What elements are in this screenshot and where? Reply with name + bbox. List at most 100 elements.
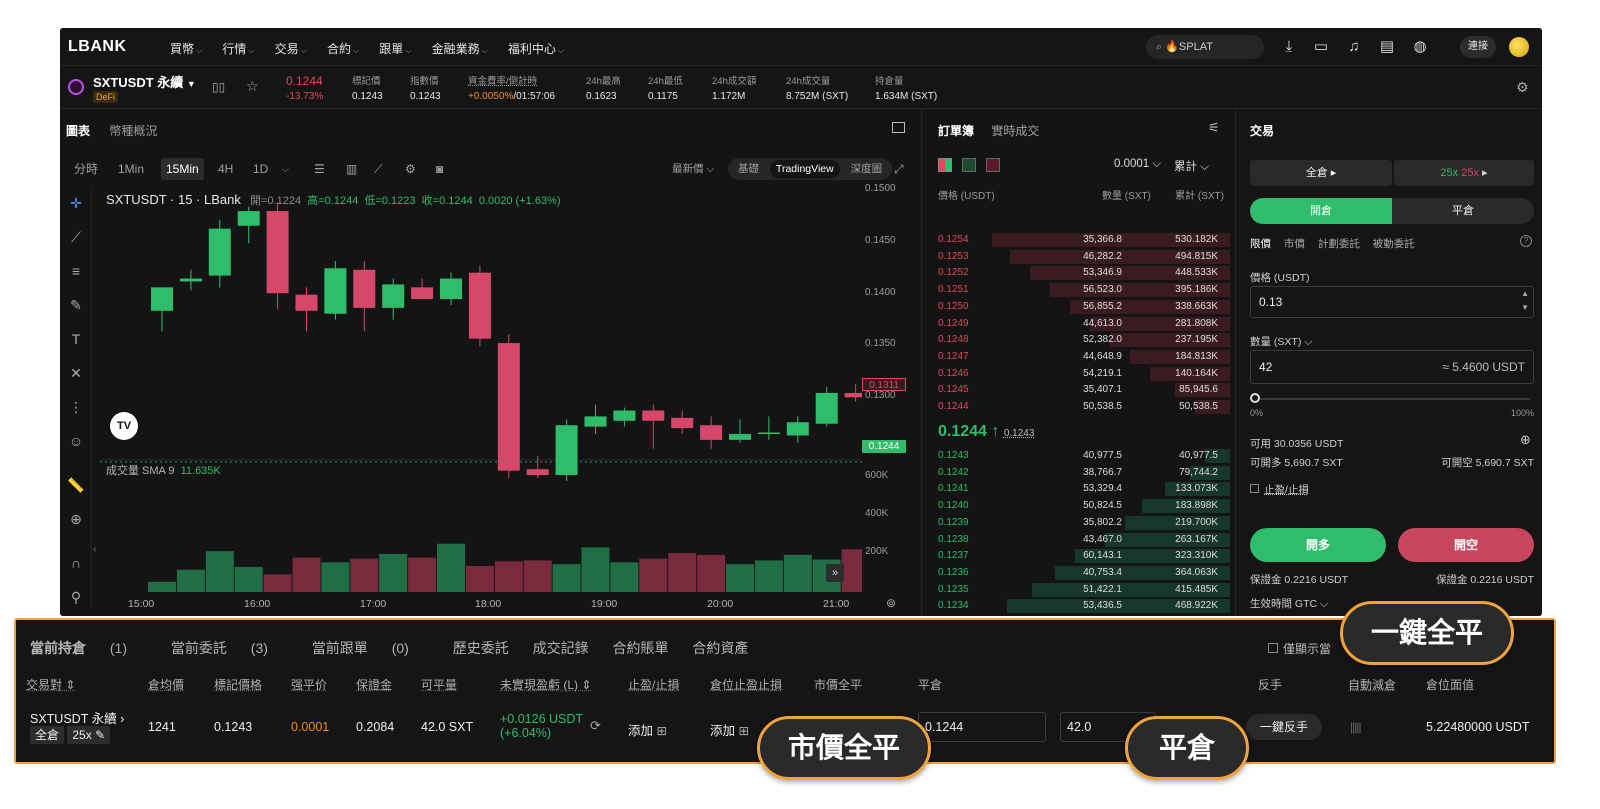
share-icon[interactable]: ⟳ [590, 718, 601, 734]
text-icon[interactable]: T [67, 330, 85, 348]
time-in-force-select[interactable]: 生效時間 GTC ⌵ [1250, 596, 1328, 611]
funding-rate-stat[interactable]: 資金費率/倒計時 +0.0050%/01:57:06 [468, 74, 555, 104]
tf-15min[interactable]: 15Min [161, 158, 204, 180]
menu-trade[interactable]: 交易 [275, 40, 307, 57]
order-type-market[interactable]: 市價 [1284, 238, 1305, 250]
crosshair-icon[interactable]: ✛ [67, 194, 85, 212]
ask-row[interactable]: 0.1245 35,407.1 85,945.6 [930, 382, 1230, 398]
ask-row[interactable]: 0.1250 56,855.2 338.663K [930, 299, 1230, 315]
header-unrealized-pnl[interactable]: 未實現盈虧 (L) ⇕ [500, 676, 591, 693]
depth-mode-select[interactable]: 累計 ⌵ [1174, 158, 1209, 174]
brush-icon[interactable]: ✎ [67, 296, 85, 314]
bid-row[interactable]: 0.1236 40,753.4 364.063K [930, 565, 1230, 581]
search-input[interactable]: SPLAT [1179, 41, 1213, 53]
close-position-tab[interactable]: 平倉 [1392, 198, 1534, 224]
menu-buy-crypto[interactable]: 買幣 [170, 40, 202, 57]
pair-link[interactable]: SXTUSDT 永續 › [30, 708, 124, 727]
candlestick-chart[interactable] [100, 192, 862, 602]
ask-row[interactable]: 0.1252 53,346.9 448.533K [930, 265, 1230, 281]
measure-levels-icon[interactable]: ⋮ [67, 398, 85, 416]
bids-only-icon[interactable] [962, 158, 976, 172]
candle-type-icon[interactable]: ▥ [346, 158, 357, 180]
wallet-icon[interactable]: ▭ [1312, 38, 1330, 56]
tab-open-orders[interactable]: 當前委託 (3) [171, 640, 288, 656]
tpsl-checkbox[interactable]: 止盈/止損 [1250, 482, 1309, 497]
bid-row[interactable]: 0.1235 51,422.1 415.485K [930, 582, 1230, 598]
zoom-in-icon[interactable]: ⊕ [67, 510, 85, 528]
bid-row[interactable]: 0.1238 43,467.0 263.167K [930, 532, 1230, 548]
ask-row[interactable]: 0.1248 52,382.0 237.195K [930, 332, 1230, 348]
lock-brush-icon[interactable]: ⚲ [67, 588, 85, 606]
tab-recent-trades[interactable]: 實時成交 [991, 124, 1039, 138]
qty-slider[interactable] [1254, 398, 1530, 400]
sliders-icon[interactable]: ⚟ [1208, 120, 1220, 136]
tab-current-positions[interactable]: 當前持倉 (1) [30, 640, 147, 656]
transfer-plus-icon[interactable]: ⊕ [1520, 432, 1531, 448]
symbol-selector[interactable]: SXTUSDT 永續 ▼ [93, 72, 196, 91]
document-icon[interactable]: ▤ [1378, 38, 1396, 56]
add-tpsl-button[interactable]: 添加 ⊞ [628, 720, 667, 739]
lbank-logo[interactable]: LBANK [68, 38, 127, 56]
order-type-limit[interactable]: 限價 [1250, 238, 1271, 250]
help-icon[interactable]: ? [1520, 235, 1532, 247]
header-pair[interactable]: 交易對 ⇕ [26, 676, 75, 693]
price-source-select[interactable]: 最新價 ⌵ [672, 158, 714, 180]
ask-row[interactable]: 0.1246 54,219.1 140.164K [930, 366, 1230, 382]
menu-finance[interactable]: 金融業務 [432, 40, 488, 57]
tf-4h[interactable]: 4H [218, 158, 233, 180]
add-position-tpsl-button[interactable]: 添加 ⊞ [710, 720, 749, 739]
tf-1min[interactable]: 1Min [118, 158, 144, 180]
bid-row[interactable]: 0.1233 55,424.5 524.346K [930, 615, 1230, 616]
view-depth[interactable]: 深度圖 [851, 163, 883, 175]
tab-order-book[interactable]: 訂單簿 [938, 124, 974, 138]
bid-row[interactable]: 0.1243 40,977.5 40,977.5 [930, 448, 1230, 464]
settings-icon[interactable]: ⚙ [1516, 79, 1529, 96]
ask-row[interactable]: 0.1251 56,523.0 395.186K [930, 282, 1230, 298]
globe-icon[interactable]: ◍ [1411, 38, 1429, 56]
view-basic[interactable]: 基礎 [738, 163, 759, 175]
expand-icon[interactable]: ⤢ [894, 158, 904, 180]
asks-only-icon[interactable] [986, 158, 1000, 172]
line-chart-icon[interactable]: ⟋ [374, 158, 382, 180]
menu-futures[interactable]: 合約 [327, 40, 359, 57]
menu-rewards[interactable]: 福利中心 [508, 40, 564, 57]
ruler-icon[interactable]: 📏 [67, 476, 85, 494]
menu-markets[interactable]: 行情 [222, 40, 254, 57]
book-icon[interactable]: ▯▯ [212, 80, 225, 94]
indicator-icon[interactable]: ☰ [314, 158, 325, 180]
stepper-icon[interactable]: ▲ ▼ [1521, 287, 1529, 315]
settings-gear-icon[interactable]: ⚙ [405, 158, 416, 180]
tab-chart[interactable]: 圖表 [66, 124, 90, 138]
qty-label-select[interactable]: 數量 (SXT) ⌵ [1250, 334, 1312, 349]
tf-1d[interactable]: 1D [253, 158, 268, 180]
search-box[interactable]: ⌕ 🔥SPLAT [1146, 35, 1264, 59]
emoji-icon[interactable]: ☺ [67, 432, 85, 450]
both-sides-icon[interactable] [938, 158, 952, 172]
menu-copy-trading[interactable]: 跟單 [379, 40, 411, 57]
open-position-tab[interactable]: 開倉 [1250, 198, 1392, 224]
bid-row[interactable]: 0.1240 50,824.5 183.898K [930, 498, 1230, 514]
fullscreen-icon[interactable] [892, 122, 905, 133]
ask-row[interactable]: 0.1254 35,366.8 530.182K [930, 232, 1230, 248]
tradingview-logo[interactable]: TV [110, 412, 138, 440]
magnet-icon[interactable]: ∩ [67, 554, 85, 572]
leverage-badge[interactable]: 25x ✎ [67, 726, 111, 744]
avatar[interactable] [1509, 37, 1529, 57]
close-price-input[interactable]: 0.1244 [918, 712, 1046, 742]
tab-contract-bills[interactable]: 合約賬單 [613, 640, 669, 656]
qty-input[interactable]: 42 ≈ 5.4600 USDT [1250, 350, 1534, 384]
ask-row[interactable]: 0.1253 46,282.2 494.815K [930, 249, 1230, 265]
tab-order-history[interactable]: 歷史委託 [453, 640, 509, 656]
scroll-to-latest-icon[interactable]: » [826, 564, 844, 582]
tf-line[interactable]: 分時 [74, 158, 98, 180]
tab-contract-assets[interactable]: 合約資產 [692, 640, 748, 656]
only-current-checkbox[interactable]: 僅顯示當 [1268, 640, 1331, 657]
reverse-button[interactable]: 一鍵反手 [1246, 714, 1322, 740]
download-icon[interactable]: ⤓ [1280, 38, 1298, 56]
tab-trade-history[interactable]: 成交記錄 [533, 640, 589, 656]
slider-handle[interactable] [1250, 393, 1260, 403]
leverage-button[interactable]: 25x 25x ▸ [1394, 160, 1534, 186]
open-short-button[interactable]: 開空 [1398, 528, 1534, 562]
orderbook-last-price[interactable]: 0.1244 ↑ 0.1243 [938, 423, 1034, 441]
tab-coin-info[interactable]: 幣種概況 [109, 124, 157, 138]
